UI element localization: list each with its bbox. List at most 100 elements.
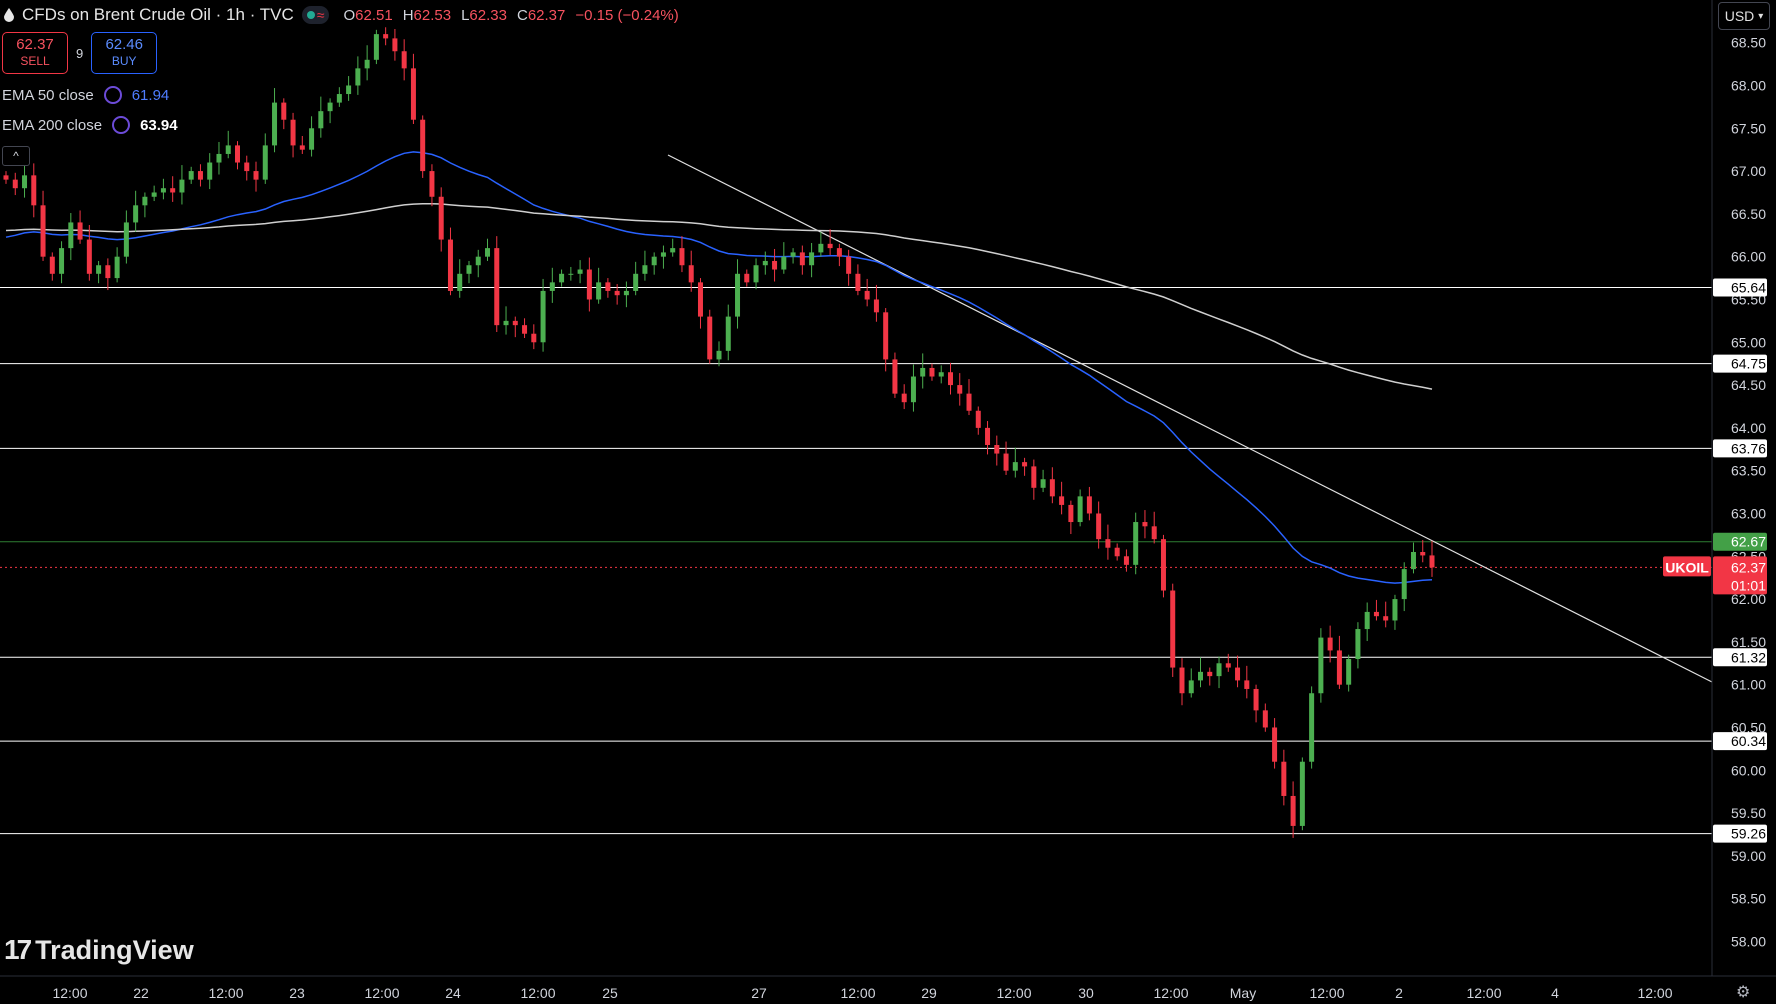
time-tick-label: 2 <box>1395 985 1403 1001</box>
time-tick-label: 29 <box>921 985 937 1001</box>
candle <box>938 365 944 384</box>
candle-body <box>1253 688 1259 711</box>
horizontal-levels <box>0 286 1712 835</box>
candle-body <box>1299 761 1305 826</box>
candle <box>642 250 648 281</box>
status-pill[interactable]: ≈ <box>301 6 330 24</box>
symbol-title[interactable]: CFDs on Brent Crude Oil · 1h · TVC <box>22 5 294 25</box>
candle <box>1216 656 1222 689</box>
tradingview-logo[interactable]: 17 TradingView <box>4 934 194 966</box>
price-chart[interactable]: 58.0058.5059.0059.5060.0060.5061.0061.50… <box>0 0 1776 1004</box>
candle <box>1364 602 1370 642</box>
candle-body <box>577 269 583 274</box>
candle <box>1086 486 1092 521</box>
candle <box>438 187 444 252</box>
candle-body <box>818 243 824 253</box>
price-tick-label: 66.50 <box>1731 206 1766 222</box>
candle-body <box>12 179 18 189</box>
buy-button[interactable]: 62.46 BUY <box>91 32 158 74</box>
indicator-ema200[interactable]: EMA 200 close 63.94 <box>2 116 178 134</box>
collapse-legend-button[interactable]: ^ <box>2 146 30 166</box>
candle <box>188 166 194 184</box>
candle <box>864 278 870 307</box>
candle-body <box>1225 663 1231 668</box>
time-tick-label: 12:00 <box>364 985 399 1001</box>
candle-body <box>873 299 879 313</box>
candle-body <box>272 102 278 146</box>
candle-body <box>336 94 342 103</box>
price-tick-label: 58.00 <box>1731 933 1766 949</box>
candle <box>1198 657 1204 688</box>
candle-body <box>355 68 361 86</box>
candle <box>809 242 815 278</box>
candle <box>892 352 898 398</box>
candle-body <box>846 256 852 274</box>
level-tag-label: 61.32 <box>1731 649 1766 665</box>
indicator-ema50[interactable]: EMA 50 close 61.94 <box>2 86 169 104</box>
candle-body <box>623 290 629 296</box>
candle-body <box>410 68 416 120</box>
time-tick-label: 12:00 <box>996 985 1031 1001</box>
level-tag-label: 63.76 <box>1731 440 1766 456</box>
price-tick-label: 63.00 <box>1731 505 1766 521</box>
gear-icon[interactable]: ⚙ <box>1736 982 1750 1002</box>
candle-body <box>1188 680 1194 694</box>
candle-body <box>1114 547 1120 557</box>
candle <box>707 309 713 364</box>
candle <box>836 243 842 267</box>
candle <box>1003 441 1009 475</box>
candle-body <box>522 325 528 334</box>
candle-body <box>22 175 28 189</box>
time-tick-label: 12:00 <box>520 985 555 1001</box>
candle-body <box>1401 569 1407 600</box>
candle <box>559 269 565 287</box>
candle <box>355 56 361 95</box>
candle-body <box>1040 479 1046 488</box>
price-tick-label: 64.50 <box>1731 377 1766 393</box>
currency-selector[interactable]: USD ▾ <box>1718 2 1770 30</box>
candle-body <box>642 265 648 274</box>
candle <box>253 161 259 192</box>
candle <box>503 306 509 335</box>
candle <box>1346 654 1352 692</box>
candle <box>688 250 694 292</box>
candle-body <box>586 269 592 300</box>
candle-body <box>503 320 509 326</box>
candle <box>744 269 750 287</box>
candle <box>670 238 676 257</box>
candle <box>22 165 28 198</box>
level-tag-label: 59.26 <box>1731 826 1766 842</box>
candle-body <box>1262 710 1268 728</box>
candle-body <box>1012 462 1018 471</box>
time-tick-label: 24 <box>445 985 461 1001</box>
buy-label: BUY <box>111 54 137 68</box>
candle <box>947 362 953 395</box>
sell-label: SELL <box>20 54 50 68</box>
candle <box>1040 469 1046 493</box>
candle <box>1244 665 1250 699</box>
candle-body <box>1355 629 1361 659</box>
candle <box>383 27 389 46</box>
candle-body <box>160 188 166 193</box>
candle <box>697 278 703 329</box>
candle-body <box>392 38 398 52</box>
candle <box>1151 511 1157 544</box>
candle <box>1401 562 1407 612</box>
candle <box>596 267 602 304</box>
sell-button[interactable]: 62.37 SELL <box>2 32 68 74</box>
candle-body <box>975 410 981 428</box>
candle <box>244 155 250 181</box>
candle-body <box>855 273 861 291</box>
ema200-label: EMA 200 close <box>2 116 103 134</box>
price-tick-label: 64.00 <box>1731 420 1766 436</box>
price-axis[interactable]: 58.0058.5059.0059.5060.0060.5061.0061.50… <box>1663 0 1767 976</box>
time-axis[interactable]: 12:00 22 12:00 23 12:00 24 12:00 25 27 12:00 29 12:… <box>0 975 1776 1001</box>
spread-value: 9 <box>76 45 84 61</box>
candle-body <box>1096 513 1102 540</box>
trendline-layer <box>667 154 1713 683</box>
tv-mark-icon: 17 <box>4 934 32 965</box>
trendline <box>667 154 1713 683</box>
candle <box>31 163 37 218</box>
time-tick-label: 12:00 <box>52 985 87 1001</box>
ohlc-close: C62.37 <box>516 6 566 24</box>
